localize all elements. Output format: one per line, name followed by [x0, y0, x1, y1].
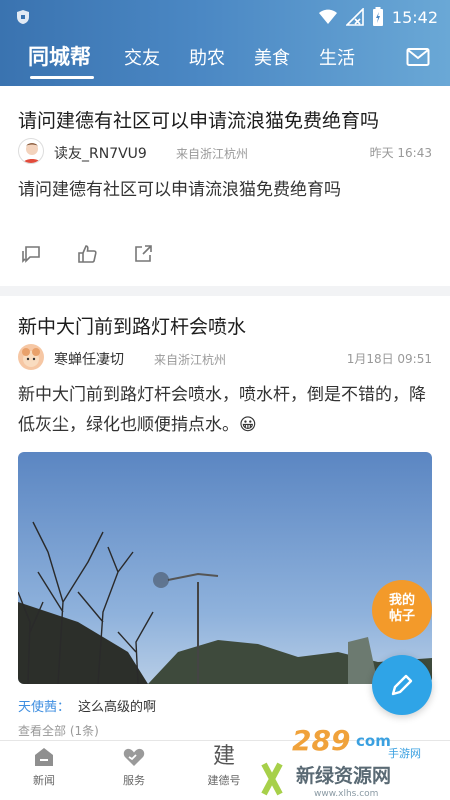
- post-location: 来自浙江杭州: [176, 147, 249, 161]
- shield-icon: [17, 10, 29, 24]
- avatar[interactable]: [18, 138, 44, 164]
- my-posts-label-1: 我的: [388, 593, 415, 608]
- tab-shenghuo[interactable]: 生活: [319, 44, 355, 70]
- comment-preview[interactable]: 天使茜： 这么高级的啊: [18, 696, 156, 715]
- nav-news-label: 新闻: [33, 774, 55, 787]
- post-body[interactable]: 请问建德有社区可以申请流浪猫免费绝育吗: [18, 175, 434, 205]
- like-icon[interactable]: [76, 243, 98, 265]
- battery-icon: [372, 7, 383, 26]
- nav-jiandehao[interactable]: 建 建德号: [194, 745, 254, 788]
- signal-icon: [345, 8, 364, 26]
- app-header: 15:42 同城帮 交友 助农 美食 生活: [0, 0, 450, 86]
- active-tab-indicator: [30, 76, 94, 79]
- nav-services-label: 服务: [123, 774, 145, 787]
- author-name[interactable]: 寒蝉任凄切: [54, 349, 124, 369]
- heart-icon: [123, 748, 145, 766]
- svg-text:手游网: 手游网: [388, 746, 421, 760]
- post-body[interactable]: 新中大门前到路灯杆会喷水，喷水杆，倒是不错的，降低灰尘，绿化也顺便掯点水。😀: [18, 380, 434, 440]
- author-name[interactable]: 读友_RN7VU9: [54, 143, 147, 163]
- post-card[interactable]: 请问建德有社区可以申请流浪猫免费绝育吗 读友_RN7VU9 来自浙江杭州 昨天 …: [0, 86, 450, 286]
- svg-text:289: 289: [292, 724, 350, 757]
- post-title[interactable]: 新中大门前到路灯杆会喷水: [18, 312, 246, 339]
- nav-services[interactable]: 服务: [104, 745, 164, 788]
- svg-text:www.xlhs.com: www.xlhs.com: [314, 789, 378, 799]
- wifi-icon: [318, 9, 337, 24]
- svg-text:新绿资源网: 新绿资源网: [296, 764, 391, 787]
- status-bar: 15:42: [0, 0, 450, 34]
- tab-jiaoyou[interactable]: 交友: [124, 44, 160, 70]
- mail-icon[interactable]: [406, 47, 430, 67]
- pencil-icon: [391, 674, 413, 696]
- comment-icon[interactable]: [20, 243, 42, 265]
- svg-text:com: com: [356, 732, 391, 750]
- nav-jiandehao-label: 建德号: [207, 774, 241, 787]
- news-icon: [35, 748, 53, 766]
- nav-news[interactable]: 新闻: [14, 745, 74, 788]
- post-actions: [20, 243, 154, 265]
- my-posts-button[interactable]: 我的 帖子: [372, 580, 432, 640]
- tab-zhunong[interactable]: 助农: [189, 44, 225, 70]
- avatar[interactable]: [18, 344, 44, 370]
- comment-author[interactable]: 天使茜：: [18, 700, 70, 715]
- post-time: 昨天 16:43: [369, 146, 432, 160]
- post-title[interactable]: 请问建德有社区可以申请流浪猫免费绝育吗: [18, 106, 379, 133]
- post-time: 1月18日 09:51: [346, 352, 432, 366]
- jiande-logo-icon: 建: [212, 744, 235, 769]
- post-location: 来自浙江杭州: [154, 353, 227, 367]
- category-tabs: 同城帮 交友 助农 美食 生活: [0, 38, 450, 82]
- tab-meishi[interactable]: 美食: [254, 44, 290, 70]
- tab-tongchengbang[interactable]: 同城帮: [28, 41, 91, 71]
- status-time: 15:42: [391, 7, 438, 27]
- compose-button[interactable]: [372, 655, 432, 715]
- watermark-logo: 289 com 手游网 新绿资源网 www.xlhs.com: [258, 724, 450, 800]
- post-photo[interactable]: [18, 452, 432, 684]
- comment-text: 这么高级的啊: [78, 700, 157, 715]
- my-posts-label-2: 帖子: [388, 609, 415, 624]
- share-icon[interactable]: [132, 243, 154, 265]
- view-all-comments[interactable]: 查看全部 (1条): [18, 722, 99, 739]
